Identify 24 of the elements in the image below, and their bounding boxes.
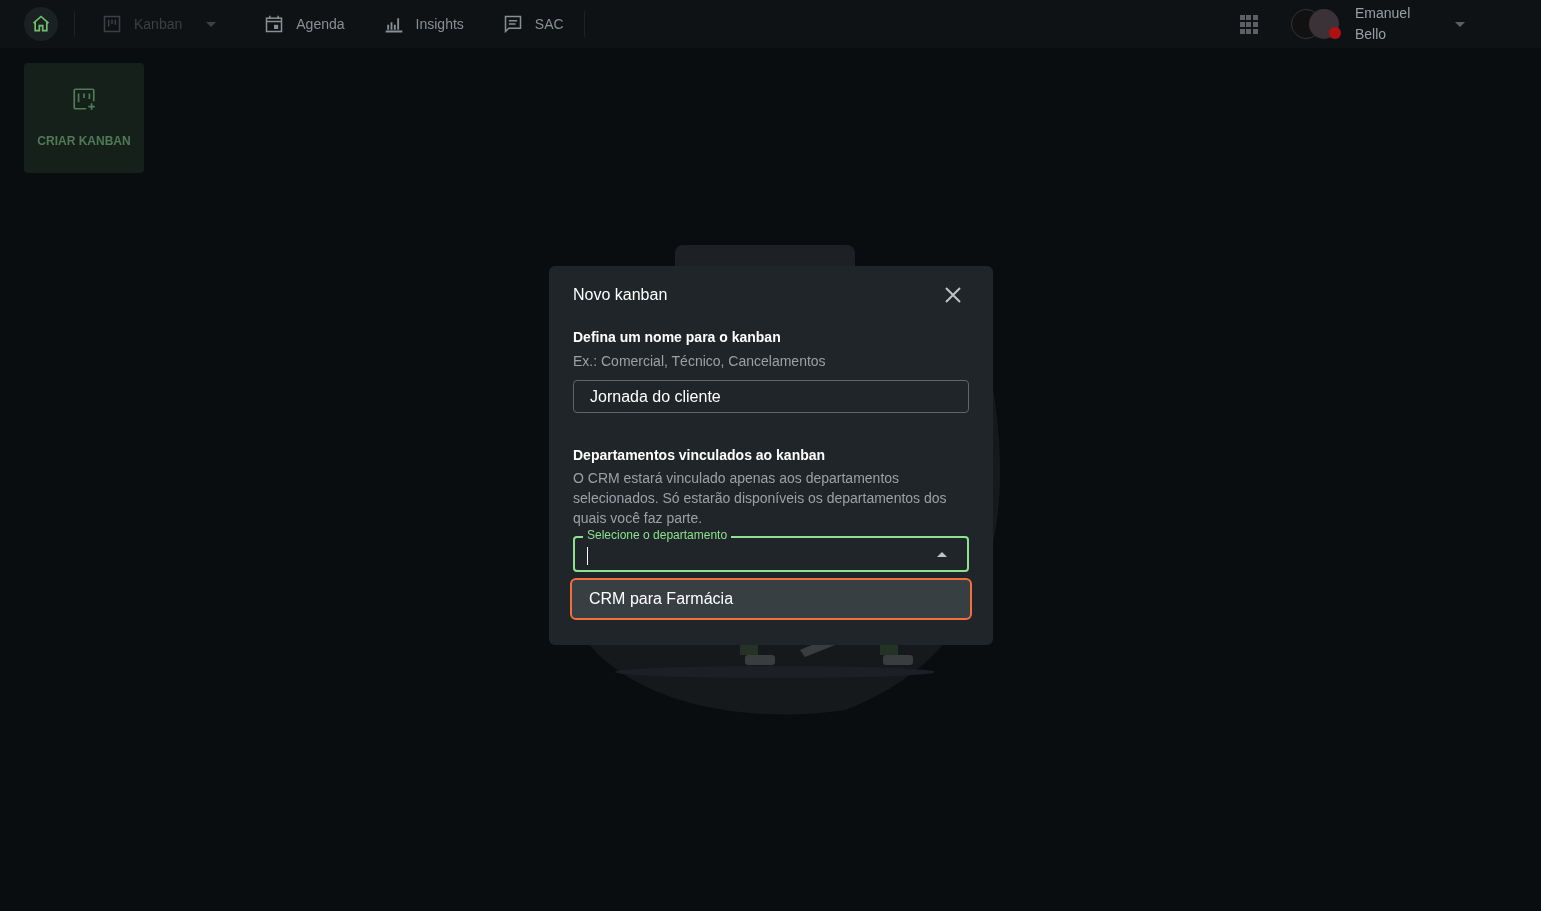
nav-item[interactable]: Insights: [371, 7, 476, 41]
hint-text: Ex.: Comercial, Técnico, Cancelamentos: [573, 352, 827, 371]
kanban-add-icon: [71, 86, 97, 112]
nav-item[interactable]: Agenda: [252, 7, 357, 41]
nav-item[interactable]: SAC: [490, 7, 576, 41]
caret-icon: [206, 21, 217, 27]
caret-icon: [937, 551, 947, 557]
create-kanban-card[interactable]: CRIAR KANBAN: [24, 63, 144, 173]
user-menu[interactable]: Emanuel Bello: [1291, 3, 1465, 45]
section-heading: Departamentos vinculados ao kanban: [573, 446, 827, 465]
user-name: Emanuel Bello: [1355, 4, 1412, 44]
select-label: Selecione o departamento: [583, 528, 732, 542]
section-heading: Defina um nome para o kanban: [573, 328, 782, 347]
chat-icon: [502, 14, 523, 34]
kanban-board-icon: [102, 14, 122, 34]
description-text: O CRM estará vinculado apenas aos departamentos selecionados. Só estarão disponíveis os departamentos dos quais você faz parte.: [573, 469, 948, 528]
calendar-icon: [264, 14, 285, 34]
name-input[interactable]: Jornada do cliente: [573, 380, 969, 413]
home-icon: [31, 14, 51, 34]
dropdown-option[interactable]: CRM para Farmácia: [570, 578, 972, 620]
dialog-title: Novo kanban: [573, 285, 668, 305]
home-button[interactable]: [24, 7, 58, 41]
caret-icon: [1455, 21, 1465, 27]
apps-grid-icon[interactable]: [1240, 14, 1257, 34]
